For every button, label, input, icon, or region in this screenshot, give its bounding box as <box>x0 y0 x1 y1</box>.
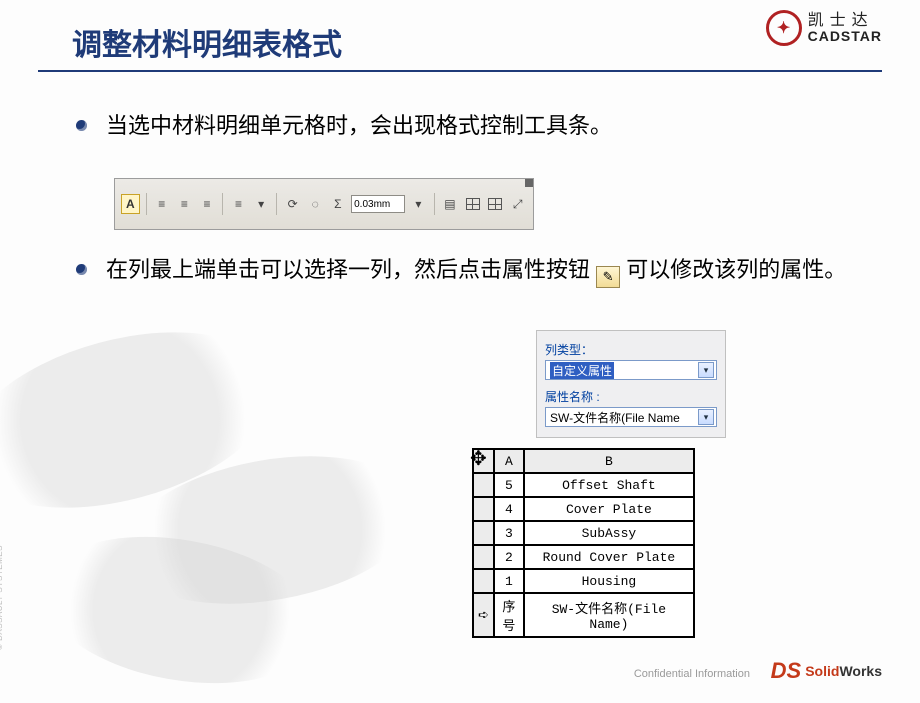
cell[interactable]: 4 <box>494 497 524 521</box>
label-prop-name: 属性名称 : <box>545 388 717 405</box>
table-row[interactable]: 5Offset Shaft <box>473 473 694 497</box>
footer-b[interactable]: SW-文件名称(File Name) <box>524 593 694 637</box>
table-row[interactable]: 2Round Cover Plate <box>473 545 694 569</box>
table-row[interactable]: 1Housing <box>473 569 694 593</box>
label-col-type: 列类型： <box>545 341 717 358</box>
confidential-label: Confidential Information <box>634 668 750 680</box>
page-title: 调整材料明细表格式 <box>72 20 342 64</box>
table-header-row[interactable]: A B <box>473 449 694 473</box>
column-property-panel: 列类型： 自定义属性 ▾ 属性名称 : SW-文件名称(File Name ▾ <box>536 330 726 438</box>
grid-icon <box>488 198 502 210</box>
cell[interactable]: 5 <box>494 473 524 497</box>
ds-mark-icon: DS <box>771 658 802 684</box>
cell[interactable]: Cover Plate <box>524 497 694 521</box>
bullet-2: 在列最上端单击可以选择一列，然后点击属性按钮 ✎ 可以修改该列的属性。 <box>72 252 860 288</box>
title-rule <box>38 70 882 72</box>
table-row[interactable]: 4Cover Plate <box>473 497 694 521</box>
footer-a[interactable]: 序号 <box>494 593 524 637</box>
bullet-2-text-b: 可以修改该列的属性。 <box>626 257 846 282</box>
prop-name-value: SW-文件名称(File Name <box>550 409 680 426</box>
sw-text-1: Solid <box>805 663 839 679</box>
bom-table-wrap: ✥ A B 5Offset Shaft 4Cover Plate 3SubAss… <box>472 448 695 638</box>
solidworks-logo: DS SolidWorks <box>771 658 882 684</box>
prop-name-select[interactable]: SW-文件名称(File Name ▾ <box>545 407 717 427</box>
bg-decor <box>110 435 430 625</box>
cell[interactable]: Offset Shaft <box>524 473 694 497</box>
separator <box>434 193 435 215</box>
cell[interactable]: Housing <box>524 569 694 593</box>
valign-dropdown[interactable]: ▾ <box>252 194 271 214</box>
thickness-input[interactable] <box>351 195 405 213</box>
bullet-list-2: 在列最上端单击可以选择一列，然后点击属性按钮 ✎ 可以修改该列的属性。 <box>72 252 860 300</box>
font-button[interactable]: A <box>121 194 140 214</box>
bullet-1-text: 当选中材料明细单元格时，会出现格式控制工具条。 <box>106 113 612 138</box>
footer-lead-icon[interactable]: ➪ <box>473 593 494 637</box>
toolbar-grip-icon[interactable] <box>525 179 533 187</box>
table-insert-button[interactable] <box>463 194 482 214</box>
copyright-vertical: © DASSAULT SYSTEMES <box>0 545 4 650</box>
col-type-value: 自定义属性 <box>550 362 614 379</box>
align-left-button[interactable]: ≡ <box>153 194 172 214</box>
table-row[interactable]: 3SubAssy <box>473 521 694 545</box>
valign-button[interactable]: ≡ <box>229 194 248 214</box>
sigma-button[interactable]: Σ <box>329 194 348 214</box>
format-toolbar: A ≡ ≡ ≡ ≡ ▾ ⟳ ◌ Σ ▾ ▤ ⤢ <box>114 178 534 230</box>
header-b[interactable]: B <box>524 449 694 473</box>
col-type-select[interactable]: 自定义属性 ▾ <box>545 360 717 380</box>
chevron-down-icon[interactable]: ▾ <box>698 409 714 425</box>
brand-logo: ✦ 凯士达 CADSTAR <box>766 10 882 46</box>
bom-table: A B 5Offset Shaft 4Cover Plate 3SubAssy … <box>472 448 695 638</box>
brand-badge-icon: ✦ <box>766 10 802 46</box>
link-button[interactable]: ◌ <box>306 194 325 214</box>
table-merge-button[interactable] <box>486 194 505 214</box>
header-a[interactable]: A <box>494 449 524 473</box>
table-footer-row[interactable]: ➪ 序号 SW-文件名称(File Name) <box>473 593 694 637</box>
column-properties-icon[interactable]: ✎ <box>596 266 620 288</box>
separator <box>222 193 223 215</box>
brand-en: CADSTAR <box>808 29 882 43</box>
cell[interactable]: 1 <box>494 569 524 593</box>
fit-button[interactable]: ⤢ <box>508 194 527 214</box>
bullet-list: 当选中材料明细单元格时，会出现格式控制工具条。 <box>72 108 860 155</box>
rotate-button[interactable]: ⟳ <box>283 194 302 214</box>
grid-icon <box>466 198 480 210</box>
cell[interactable]: 3 <box>494 521 524 545</box>
bullet-1: 当选中材料明细单元格时，会出现格式控制工具条。 <box>72 108 860 143</box>
chevron-down-icon[interactable]: ▾ <box>698 362 714 378</box>
brand-cn: 凯士达 <box>808 13 882 29</box>
thickness-stepper[interactable]: ▾ <box>409 194 428 214</box>
separator <box>146 193 147 215</box>
properties-button[interactable]: ▤ <box>441 194 460 214</box>
bg-decor <box>30 517 330 703</box>
bg-decor <box>0 301 295 538</box>
cell[interactable]: Round Cover Plate <box>524 545 694 569</box>
separator <box>276 193 277 215</box>
cell[interactable]: SubAssy <box>524 521 694 545</box>
align-center-button[interactable]: ≡ <box>175 194 194 214</box>
sw-text-2: Works <box>839 663 882 679</box>
bullet-2-text-a: 在列最上端单击可以选择一列，然后点击属性按钮 <box>106 257 596 282</box>
align-right-button[interactable]: ≡ <box>198 194 217 214</box>
cell[interactable]: 2 <box>494 545 524 569</box>
move-handle-icon[interactable]: ✥ <box>470 446 487 472</box>
